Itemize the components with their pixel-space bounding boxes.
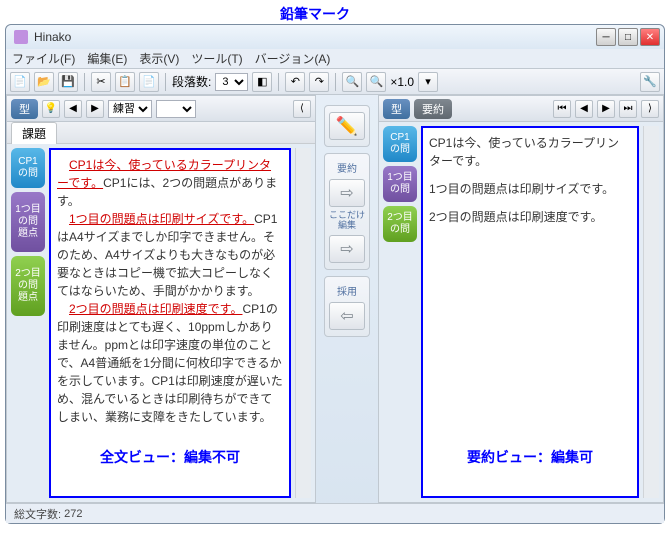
nav-prev-icon[interactable]: ◀ [575, 100, 593, 118]
rnav-cp1[interactable]: CP1 の問 [383, 126, 417, 162]
summary-group: 要約 ⇨ ここだけ 編集 ⇨ [324, 153, 370, 270]
left-body: CP1 の問 1つ目 の問 題点 2つ目 の問 題点 CP1は今、使っているカラ… [7, 144, 315, 502]
cut-icon[interactable]: ✂ [91, 72, 111, 92]
menu-tool[interactable]: ツール(T) [191, 50, 242, 67]
fulltext-caption: 全文ビュー：編集不可 [51, 447, 289, 468]
rnav-point2[interactable]: 2つ目 の問 [383, 206, 417, 242]
nav-cp1[interactable]: CP1 の問 [11, 148, 45, 188]
right-nav: CP1 の問 1つ目 の問 2つ目 の問 [383, 126, 417, 498]
menu-view[interactable]: 表示(V) [139, 50, 179, 67]
right-header: 型 要約 ⏮ ◀ ▶ ⏭ ⟩ [379, 96, 663, 122]
toolbar: 📄 📂 💾 ✂ 📋 📄 段落数: 3 ◧ ↶ ↷ 🔍 🔍 ×1.0 ▾ 🔧 [6, 69, 664, 95]
save-icon[interactable]: 💾 [58, 72, 78, 92]
undo-icon[interactable]: ↶ [285, 72, 305, 92]
paragraph-select[interactable]: 3 [215, 73, 248, 91]
nav-point1[interactable]: 1つ目 の問 題点 [11, 192, 45, 252]
middle-pane: ✏️ 要約 ⇨ ここだけ 編集 ⇨ 採用 ⇦ [316, 95, 378, 503]
pencil-group: ✏️ [324, 105, 370, 147]
arrow-left-icon[interactable]: ◀ [64, 100, 82, 118]
copy-icon[interactable]: 📋 [115, 72, 135, 92]
sum-3: 2つ目の問題点は印刷速度です。 [429, 208, 631, 226]
menu-file[interactable]: ファイル(F) [12, 50, 75, 67]
collapse-right-icon[interactable]: ⟩ [641, 100, 659, 118]
body: 型 💡 ◀ ▶ 練習 ⟨ 課題 CP1 の問 1つ目 の問 題点 2 [6, 95, 664, 503]
subject-tab[interactable]: 課題 [11, 122, 57, 144]
zoom-down-icon[interactable]: ▾ [418, 72, 438, 92]
close-button[interactable]: ✕ [640, 28, 660, 46]
separator [278, 73, 279, 91]
statusbar: 総文字数: 272 [6, 503, 664, 523]
menu-edit[interactable]: 編集(E) [87, 50, 127, 67]
sum-2: 1つ目の問題点は印刷サイズです。 [429, 180, 631, 198]
rnav-point1[interactable]: 1つ目 の問 [383, 166, 417, 202]
window-title: Hinako [34, 30, 596, 44]
nav-point2[interactable]: 2つ目 の問 題点 [11, 256, 45, 316]
adopt-label: 採用 [337, 281, 357, 300]
txt-3: CP1の印刷速度はとても遅く、10ppmしかありません。ppmとは印字速度の単位… [57, 302, 283, 424]
redo-icon[interactable]: ↷ [309, 72, 329, 92]
nav-last-icon[interactable]: ⏭ [619, 100, 637, 118]
new-icon[interactable]: 📄 [10, 72, 30, 92]
menu-version[interactable]: バージョン(A) [255, 50, 331, 67]
fulltext-view: CP1は今、使っているカラープリンターです。CP1には、2つの問題点があります。… [49, 148, 291, 498]
minimize-button[interactable]: ─ [596, 28, 616, 46]
blank-select[interactable] [156, 100, 196, 118]
char-count-value: 272 [64, 508, 82, 520]
pencil-button[interactable]: ✏️ [329, 112, 365, 140]
hl-3: 2つ目の問題点は印刷速度です。 [69, 302, 242, 316]
scrollbar-right[interactable] [643, 126, 659, 498]
bulb-icon[interactable]: 💡 [42, 100, 60, 118]
sum-1: CP1は今、使っているカラープリンターです。 [429, 134, 631, 170]
partial-arrow-button[interactable]: ⇨ [329, 235, 365, 263]
app-window: Hinako ─ □ ✕ ファイル(F) 編集(E) 表示(V) ツール(T) … [5, 24, 665, 524]
separator [165, 73, 166, 91]
left-pane: 型 💡 ◀ ▶ 練習 ⟨ 課題 CP1 の問 1つ目 の問 題点 2 [6, 95, 316, 503]
type-pill-right[interactable]: 型 [383, 99, 410, 119]
tool-icon[interactable]: ◧ [252, 72, 272, 92]
nav-next-icon[interactable]: ▶ [597, 100, 615, 118]
summary-pill[interactable]: 要約 [414, 99, 452, 119]
adopt-arrow-button[interactable]: ⇦ [329, 302, 365, 330]
callout-label: 鉛筆マーク [280, 4, 350, 24]
collapse-left-icon[interactable]: ⟨ [293, 100, 311, 118]
arrow-right-icon[interactable]: ▶ [86, 100, 104, 118]
char-count-label: 総文字数: [14, 506, 61, 522]
summary-caption: 要約ビュー：編集可 [423, 447, 637, 468]
practice-select[interactable]: 練習 [108, 100, 152, 118]
right-pane: 型 要約 ⏮ ◀ ▶ ⏭ ⟩ CP1 の問 1つ目 の問 2つ目 の問 [378, 95, 664, 503]
right-body: CP1 の問 1つ目 の問 2つ目 の問 CP1は今、使っているカラープリンター… [379, 122, 663, 502]
paste-icon[interactable]: 📄 [139, 72, 159, 92]
separator [84, 73, 85, 91]
hl-2: 1つ目の問題点は印刷サイズです。 [69, 212, 254, 226]
zoom-value: ×1.0 [390, 75, 414, 89]
adopt-group: 採用 ⇦ [324, 276, 370, 337]
summary-label: 要約 [337, 158, 357, 177]
summary-view[interactable]: CP1は今、使っているカラープリンターです。 1つ目の問題点は印刷サイズです。 … [421, 126, 639, 498]
separator [335, 73, 336, 91]
left-header: 型 💡 ◀ ▶ 練習 ⟨ [7, 96, 315, 122]
open-icon[interactable]: 📂 [34, 72, 54, 92]
app-icon [14, 30, 28, 44]
help-icon[interactable]: 🔧 [640, 72, 660, 92]
type-pill[interactable]: 型 [11, 99, 38, 119]
zoom-in-icon[interactable]: 🔍 [366, 72, 386, 92]
nav-first-icon[interactable]: ⏮ [553, 100, 571, 118]
summary-arrow-button[interactable]: ⇨ [329, 179, 365, 207]
zoom-out-icon[interactable]: 🔍 [342, 72, 362, 92]
paragraph-label: 段落数: [172, 73, 211, 90]
scrollbar[interactable] [295, 148, 311, 498]
left-nav: CP1 の問 1つ目 の問 題点 2つ目 の問 題点 [11, 148, 45, 498]
partial-label: ここだけ 編集 [329, 209, 365, 233]
maximize-button[interactable]: □ [618, 28, 638, 46]
titlebar: Hinako ─ □ ✕ [6, 25, 664, 49]
menubar: ファイル(F) 編集(E) 表示(V) ツール(T) バージョン(A) [6, 49, 664, 69]
